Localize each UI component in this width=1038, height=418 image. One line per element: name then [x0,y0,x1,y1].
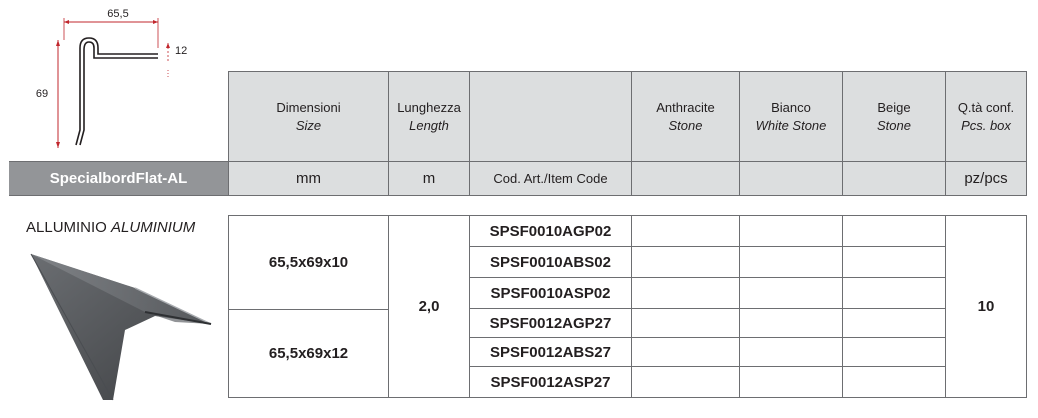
header-beige-it: Beige [877,99,911,115]
unit-size: mm [229,161,389,195]
header-anthracite-it: Anthracite [656,99,715,115]
code-cell: SPSF0010ABS02 [470,247,632,278]
unit-length: m [389,161,470,195]
anthracite-cell [632,278,740,309]
unit-code: Cod. Art./Item Code [470,161,632,195]
profile-shape [75,37,158,146]
lip-label: 12 [175,45,187,57]
product-photo [30,253,212,401]
header-white-it: Bianco [771,99,811,115]
white-cell [740,247,843,278]
anthracite-cell [632,309,740,338]
white-cell [740,309,843,338]
header-beige: Beige Stone [843,72,946,161]
header-qty-it: Q.tà conf. [957,99,1015,115]
size-cell-a: 65,5x69x10 [229,216,389,310]
unit-anthracite [632,161,740,195]
beige-cell [843,367,946,397]
header-size: Dimensioni Size [229,72,389,161]
unit-white [740,161,843,195]
header-size-it: Dimensioni [276,99,341,115]
unit-beige [843,161,946,195]
header-length-en: Length [409,117,449,133]
header-anthracite: Anthracite Stone [632,72,740,161]
width-label: 65,5 [107,8,128,20]
anthracite-cell [632,338,740,367]
height-label: 69 [36,88,48,100]
header-qty-en: Pcs. box [961,117,1011,133]
qty-cell: 10 [977,298,995,315]
white-cell [740,278,843,309]
header-length: Lunghezza Length [389,72,470,161]
beige-cell [843,216,946,247]
material-it: ALLUMINIO [26,219,107,236]
header-length-it: Lunghezza [397,99,461,115]
size-cell-b: 65,5x69x12 [229,310,389,397]
header-beige-en: Stone [877,117,911,133]
white-cell [740,338,843,367]
beige-cell [843,278,946,309]
code-cell: SPSF0010ASP02 [470,278,632,309]
code-cell: SPSF0012ASP27 [470,367,632,397]
code-cell: SPSF0012ABS27 [470,338,632,367]
width-dimension: 65,5 [63,8,159,48]
beige-cell [843,247,946,278]
length-cell: 2,0 [389,216,470,397]
anthracite-cell [632,247,740,278]
anthracite-cell [632,367,740,397]
beige-cell [843,338,946,367]
code-cell: SPSF0012AGP27 [470,309,632,338]
beige-cell [843,309,946,338]
code-cell: SPSF0010AGP02 [470,216,632,247]
header-size-en: Size [295,117,322,133]
header-white: Bianco White Stone [740,72,843,161]
unit-qty: pz/pcs [946,161,1026,195]
material-en: ALUMINIUM [111,219,196,236]
lip-dimension: 12 [166,43,187,78]
material-label: ALLUMINIO ALUMINIUM [26,219,195,236]
header-white-en: White Stone [755,117,827,133]
header-qty: Q.tà conf. Pcs. box [946,72,1026,161]
white-cell [740,367,843,397]
header-anthracite-en: Stone [668,117,703,133]
body-table: 65,5x69x10 65,5x69x12 2,0 SPSF0010AGP02 … [228,215,1027,398]
header-code-blank [470,72,632,161]
anthracite-cell [632,216,740,247]
white-cell [740,216,843,247]
height-dimension: 69 [36,40,60,148]
profile-drawing: 65,5 12 69 [36,8,187,148]
product-name-bar: SpecialbordFlat-AL [9,161,228,196]
header-table: Dimensioni Size Lunghezza Length Anthrac… [228,71,1027,196]
